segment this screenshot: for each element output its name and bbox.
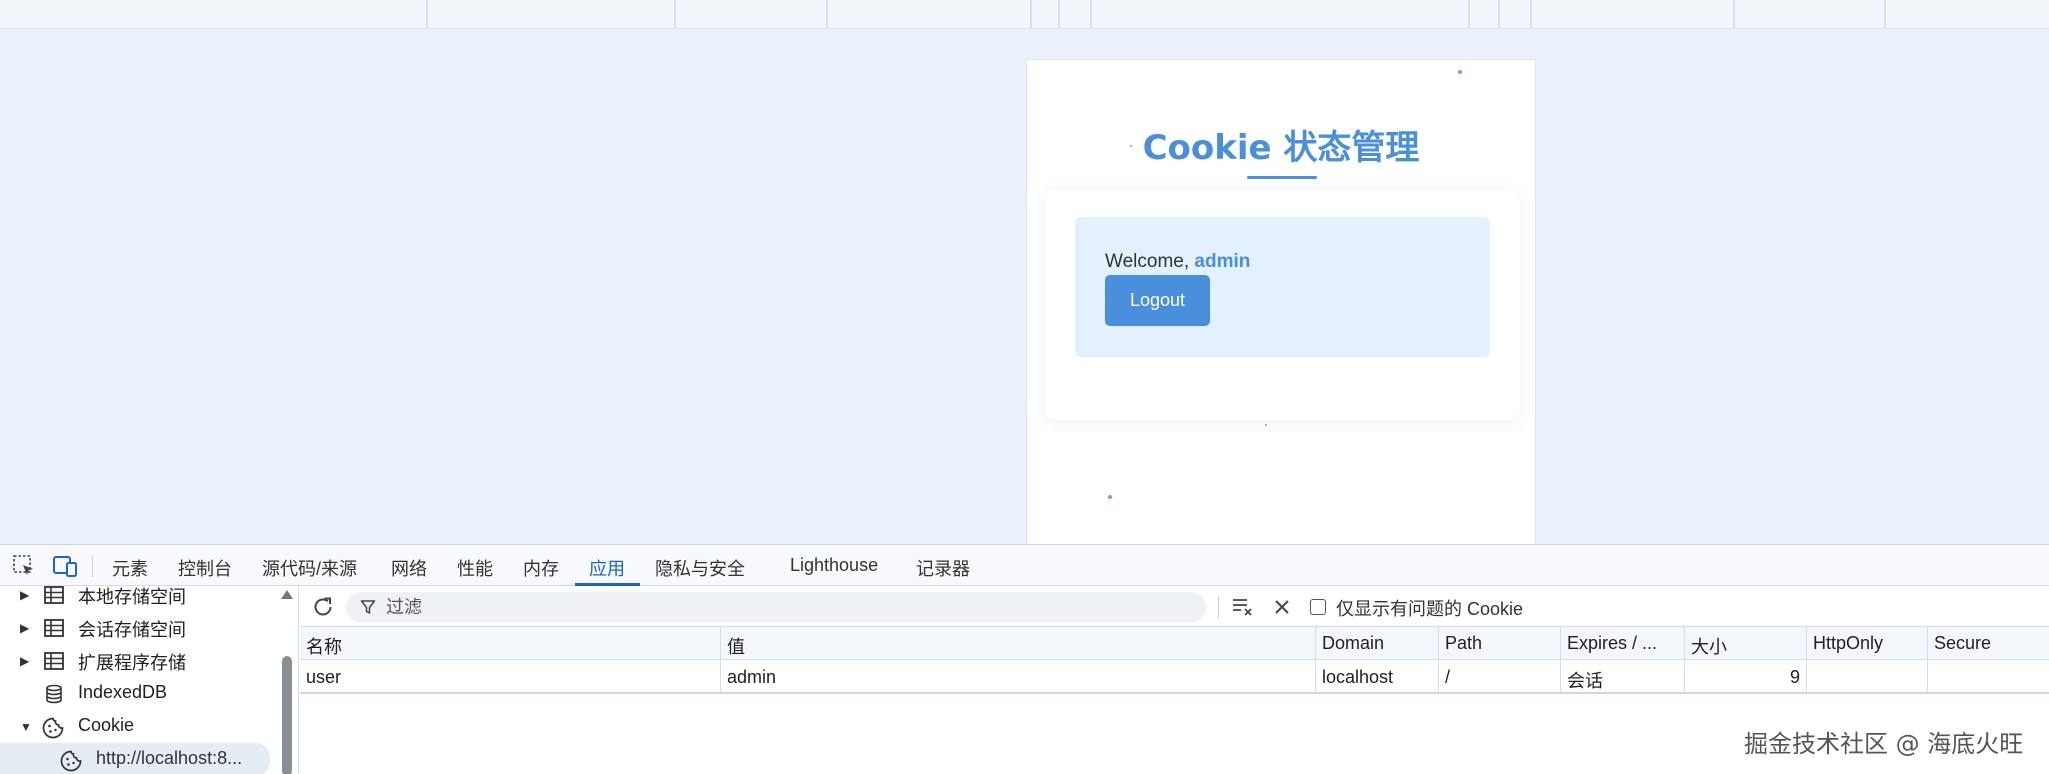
ruler-divider [826, 0, 828, 28]
decor-dot [1265, 424, 1267, 426]
column-header-secure[interactable]: Secure [1928, 627, 2049, 659]
column-header-value[interactable]: 值 [721, 627, 1316, 659]
application-sidebar: ▶ 本地存储空间 ▶ 会话存储空间 ▶ 扩展程序存储 IndexedDB ▼ C… [0, 586, 299, 774]
clear-filtered-cookies-icon[interactable] [1230, 594, 1256, 620]
title-underline [1247, 176, 1317, 179]
filter-input[interactable] [386, 594, 1186, 620]
database-icon [43, 683, 65, 705]
cell-expires[interactable]: 会话 [1561, 660, 1685, 692]
sidebar-item-label: IndexedDB [78, 682, 168, 702]
cell-httponly[interactable] [1807, 660, 1928, 692]
tab-memory[interactable]: 内存 [523, 555, 559, 581]
sidebar-item-label: 扩展程序存储 [78, 653, 186, 673]
column-header-name[interactable]: 名称 [300, 627, 721, 659]
ruler-divider [674, 0, 676, 28]
decor-dot [1458, 70, 1462, 74]
column-header-expires[interactable]: Expires / ... [1561, 627, 1685, 659]
cookie-toolbar: 仅显示有问题的 Cookie [300, 586, 2049, 627]
page-viewport: Cookie 状态管理 Welcome, admin Logout [0, 29, 2049, 549]
ruler-divider [1058, 0, 1060, 28]
ruler-divider [1090, 0, 1092, 28]
cell-path[interactable]: / [1439, 660, 1561, 692]
device-toolbar-icon[interactable] [51, 553, 77, 579]
filter-icon [360, 599, 376, 615]
ruler-divider [1530, 0, 1532, 28]
ruler-divider [1498, 0, 1500, 28]
refresh-icon[interactable] [310, 594, 336, 620]
scroll-up-icon[interactable] [281, 590, 293, 599]
tab-privacy-security[interactable]: 隐私与安全 [655, 555, 745, 581]
ruler-divider [1030, 0, 1032, 28]
table-icon [43, 617, 65, 639]
sidebar-item-label: http://localhost:8... [96, 748, 243, 768]
tab-elements[interactable]: 元素 [112, 555, 148, 581]
ruler-divider [1884, 0, 1886, 28]
sidebar-item-cookie[interactable]: ▼ Cookie [0, 710, 280, 743]
sidebar-item-label: 本地存储空间 [78, 587, 186, 607]
cell-secure[interactable] [1928, 660, 2049, 692]
sidebar-item-local-storage[interactable]: ▶ 本地存储空间 [0, 586, 280, 611]
column-header-domain[interactable]: Domain [1316, 627, 1439, 659]
welcome-panel: Welcome, admin Logout [1075, 217, 1490, 357]
welcome-text: Welcome, admin [1105, 251, 1250, 273]
column-header-httponly[interactable]: HttpOnly [1807, 627, 1928, 659]
sidebar-item-extension-storage[interactable]: ▶ 扩展程序存储 [0, 644, 280, 677]
cell-domain[interactable]: localhost [1316, 660, 1439, 692]
logout-button[interactable]: Logout [1105, 275, 1210, 326]
inspect-element-icon[interactable] [11, 553, 37, 579]
collapse-arrow-icon[interactable]: ▼ [20, 720, 32, 734]
tab-lighthouse[interactable]: Lighthouse [790, 555, 878, 576]
tab-sources[interactable]: 源代码/来源 [262, 555, 357, 581]
tab-network[interactable]: 网络 [391, 555, 427, 581]
ruler-divider [1733, 0, 1735, 28]
devtools-tabbar: 元素 控制台 源代码/来源 网络 性能 内存 应用 隐私与安全 Lighthou… [0, 545, 2049, 586]
tab-console[interactable]: 控制台 [178, 555, 232, 581]
toolbar-separator [1218, 596, 1219, 618]
ruler-divider [426, 0, 428, 28]
cell-size[interactable]: 9 [1685, 660, 1807, 692]
watermark: 掘金技术社区 @ 海底火旺 [1744, 730, 2024, 758]
tab-application[interactable]: 应用 [589, 555, 625, 581]
welcome-prefix: Welcome, [1105, 251, 1195, 272]
column-header-path[interactable]: Path [1439, 627, 1561, 659]
ruler-divider [1468, 0, 1470, 28]
expand-arrow-icon[interactable]: ▶ [20, 654, 29, 668]
only-issues-label: 仅显示有问题的 Cookie [1336, 599, 1524, 619]
filter-field[interactable] [346, 592, 1206, 622]
top-ruler [0, 0, 2049, 29]
delete-all-cookies-icon[interactable] [1270, 595, 1294, 619]
sidebar-item-localhost-cookies[interactable]: http://localhost:8... [0, 743, 270, 774]
scrollbar-thumb[interactable] [282, 656, 292, 774]
cookie-icon [59, 749, 82, 772]
table-header: 名称 值 Domain Path Expires / ... 大小 HttpOn… [300, 627, 2049, 660]
sidebar-item-label: Cookie [78, 715, 135, 735]
sidebar-scrollbar[interactable] [281, 586, 293, 774]
only-issues-checkbox[interactable] [1310, 599, 1326, 615]
table-row[interactable]: user admin localhost / 会话 9 [300, 660, 2049, 694]
sidebar-item-indexeddb[interactable]: IndexedDB [0, 677, 280, 710]
tab-performance[interactable]: 性能 [457, 555, 493, 581]
cell-name[interactable]: user [300, 660, 721, 692]
toolbar-separator [92, 555, 93, 577]
tab-recorder[interactable]: 记录器 [916, 555, 970, 581]
devtools-panel: 元素 控制台 源代码/来源 网络 性能 内存 应用 隐私与安全 Lighthou… [0, 544, 2049, 774]
expand-arrow-icon[interactable]: ▶ [20, 588, 29, 602]
table-icon [43, 650, 65, 672]
sidebar-item-session-storage[interactable]: ▶ 会话存储空间 [0, 611, 280, 644]
table-icon [43, 586, 65, 606]
expand-arrow-icon[interactable]: ▶ [20, 621, 29, 635]
welcome-username: admin [1194, 251, 1251, 272]
column-header-size[interactable]: 大小 [1685, 627, 1807, 659]
cell-value[interactable]: admin [721, 660, 1316, 692]
sidebar-item-label: 会话存储空间 [78, 620, 186, 640]
page-title: Cookie 状态管理 [1142, 128, 1420, 168]
user-card: Welcome, admin Logout [1045, 190, 1520, 420]
cookie-icon [41, 716, 64, 739]
decor-dot [1108, 495, 1112, 499]
app-page: Cookie 状态管理 Welcome, admin Logout [1026, 59, 1536, 549]
